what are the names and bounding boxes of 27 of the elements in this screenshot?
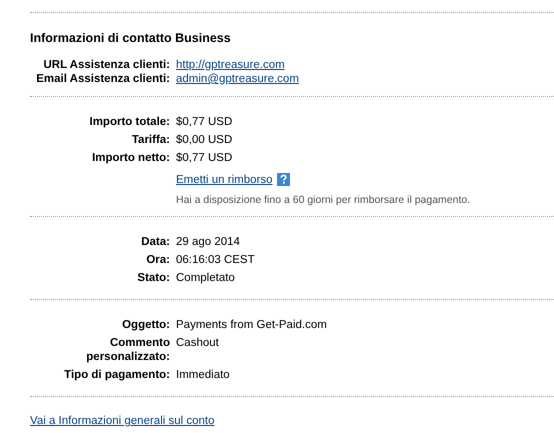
field-label: Importo netto: [91,151,170,165]
field-label: Stato: [136,271,170,285]
field-label: Oggetto: [121,318,170,332]
field-label: URL Assistenza clienti: [42,58,170,72]
field-value: Payments from Get-Paid.com [176,318,327,332]
field-value: Immediato [176,368,230,382]
field-value: Cashout [176,336,219,351]
field-value: 06:16:03 CEST [176,253,255,267]
field-label: Commento personalizzato: [85,336,170,364]
field-value: $0,00 USD [176,133,232,147]
section-title: Informazioni di contatto Business [30,31,232,45]
field-label: Tipo di pagamento: [63,368,170,382]
field-label: Tariffa: [130,133,170,147]
refund-link[interactable]: Emetti un rimborso [176,174,273,186]
field-link[interactable]: http://gptreasure.com [176,58,285,72]
field-link[interactable]: admin@gptreasure.com [176,72,299,86]
field-label: Importo totale: [88,115,170,129]
field-label: Email Assistenza clienti: [35,72,170,86]
help-icon[interactable] [276,173,290,186]
account-overview-link[interactable]: Vai a Informazioni generali sul conto [30,415,215,427]
field-value: 29 ago 2014 [176,235,240,249]
field-label: Data: [140,235,170,249]
field-label: Ora: [145,253,170,267]
field-value: Completato [176,271,235,285]
field-value: $0,77 USD [176,151,232,165]
field-value: $0,77 USD [176,115,232,129]
refund-note: Hai a disposizione fino a 60 giorni per rimborsare il pagamento. [176,194,472,206]
